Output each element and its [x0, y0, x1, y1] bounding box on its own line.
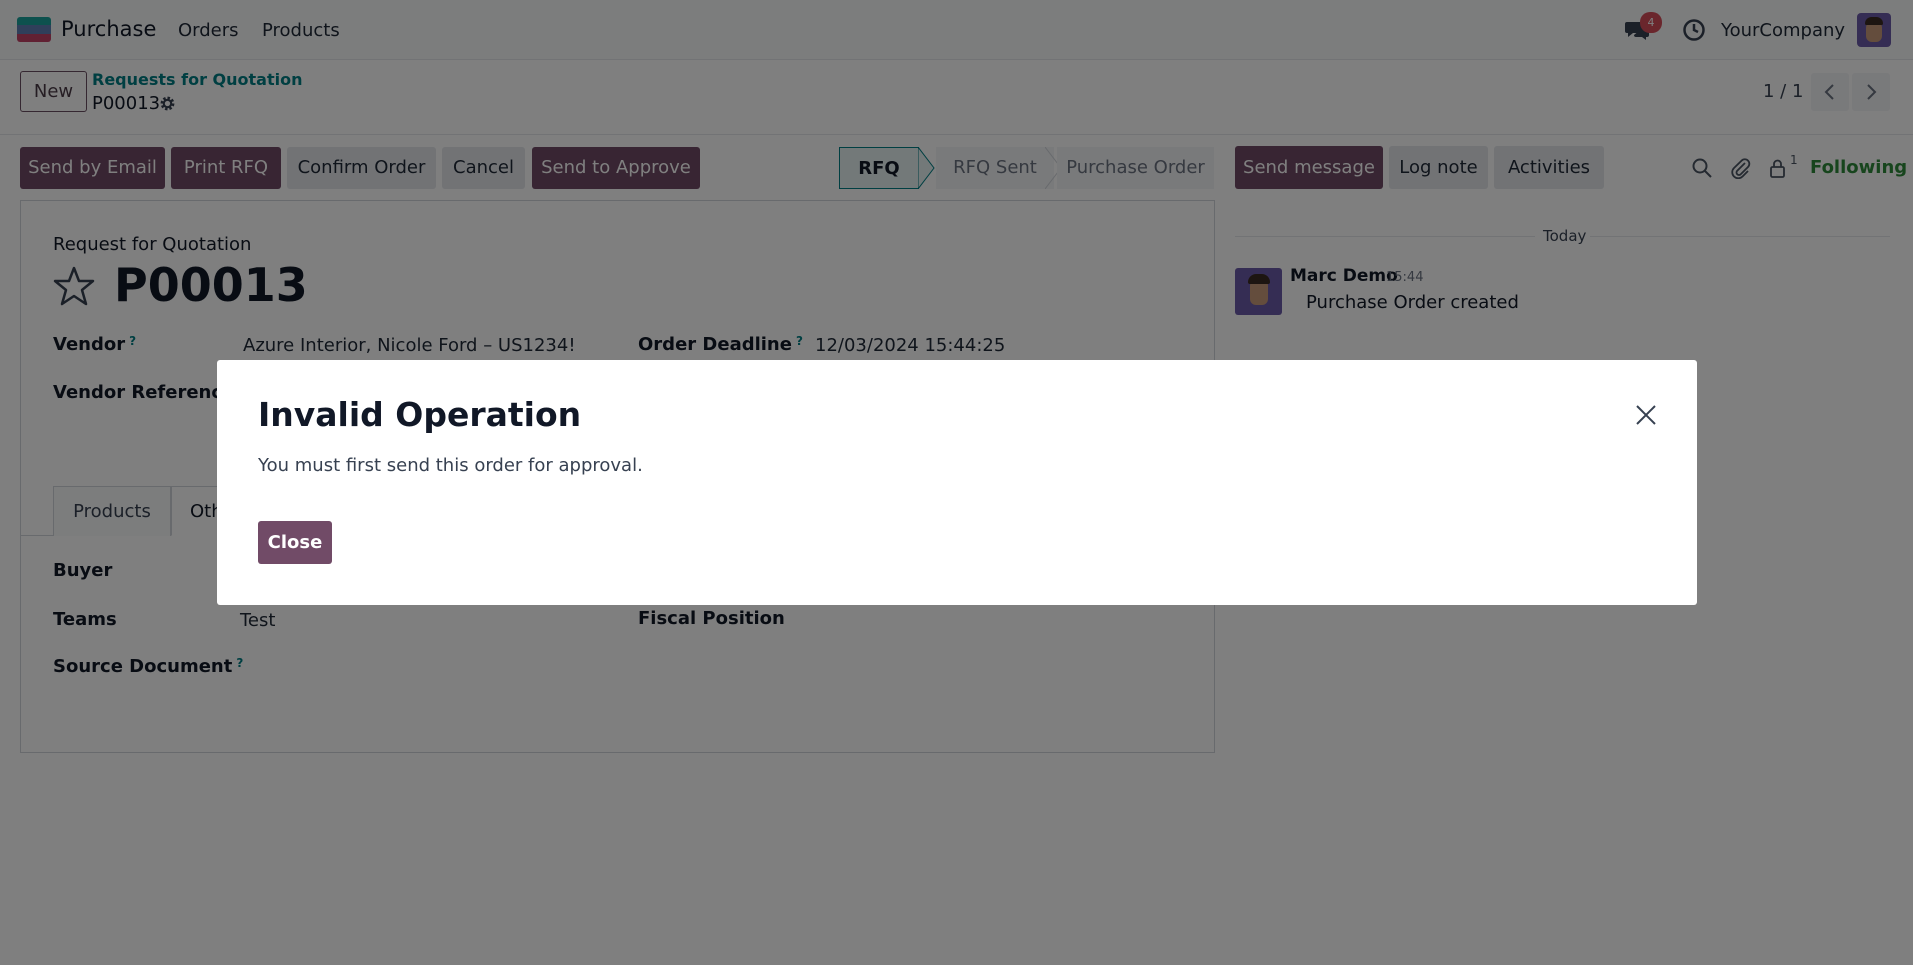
dialog-message: You must first send this order for appro… [258, 455, 643, 476]
close-icon[interactable] [1635, 404, 1657, 426]
close-button[interactable]: Close [258, 521, 332, 564]
error-dialog: Invalid Operation You must first send th… [217, 360, 1697, 605]
dialog-title: Invalid Operation [258, 395, 582, 434]
